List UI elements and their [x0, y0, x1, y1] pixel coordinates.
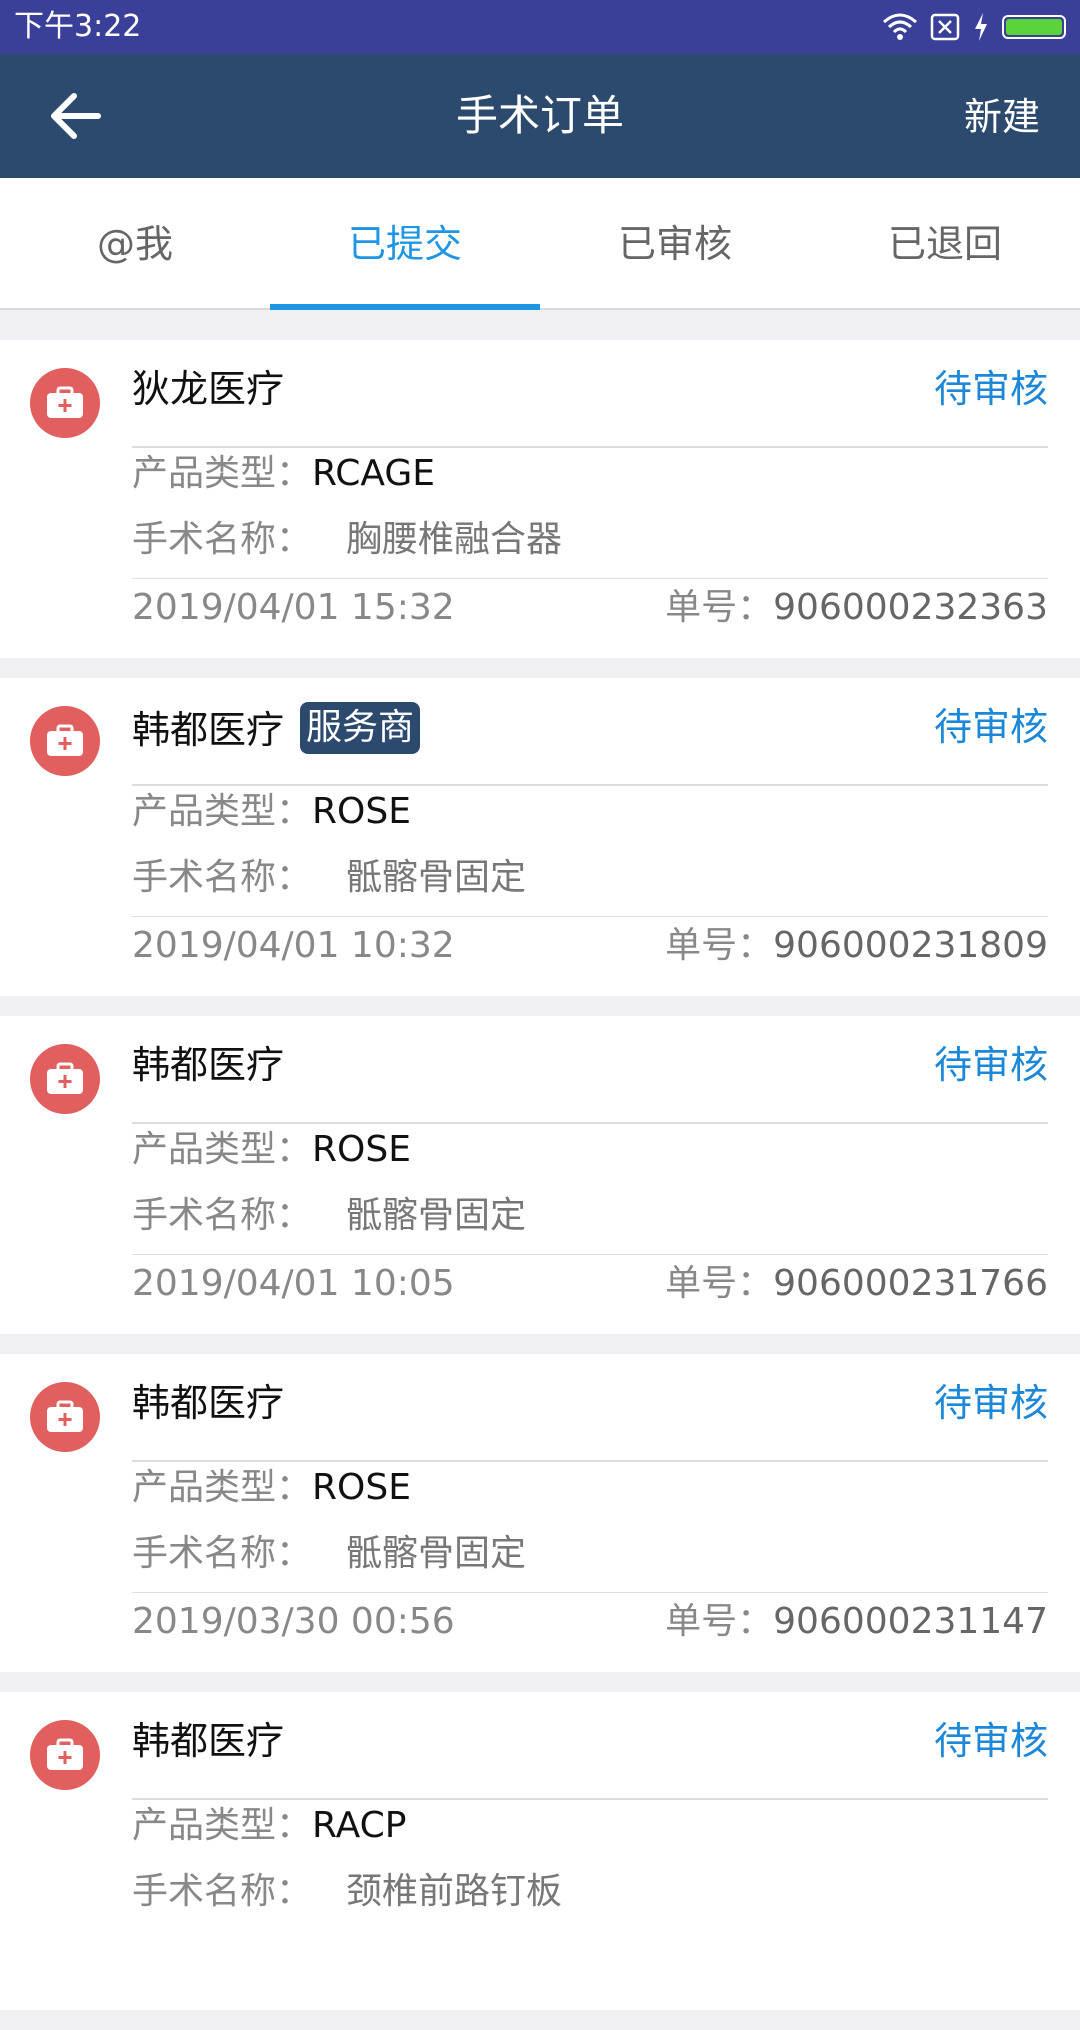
battery-icon	[1002, 15, 1066, 39]
company-name: 韩都医疗 服务商	[132, 702, 421, 756]
status-text: 待审核	[933, 705, 1048, 749]
company-name: 韩都医疗	[132, 1719, 285, 1763]
product-type-value: ROSE	[312, 1129, 411, 1170]
medical-kit-icon	[30, 1044, 100, 1114]
surgery-name-row: 手术名称： 骶髂骨固定	[132, 1195, 527, 1236]
medical-kit-icon	[30, 1382, 100, 1452]
order-footer: 2019/04/01 10:32 单号：906000231809	[132, 924, 1048, 968]
divider	[132, 784, 1048, 786]
order-datetime: 2019/04/01 15:32	[132, 587, 455, 628]
wifi-icon	[883, 13, 917, 40]
product-type-value: RACP	[312, 1805, 407, 1846]
product-type-value: ROSE	[312, 1467, 411, 1508]
order-number: 单号：906000231766	[665, 1263, 1048, 1304]
status-text: 待审核	[933, 1381, 1048, 1425]
product-type-row: 产品类型：ROSE	[132, 1129, 411, 1170]
divider	[132, 446, 1048, 448]
divider	[132, 1254, 1048, 1255]
order-card[interactable]: 韩都医疗 待审核 产品类型：RACP 手术名称： 颈椎前路钉板	[0, 1692, 1080, 2010]
divider	[132, 1592, 1048, 1593]
order-footer: 2019/04/01 10:05 单号：906000231766	[132, 1262, 1048, 1306]
tab-mentioned[interactable]: @我	[0, 178, 270, 308]
medical-kit-icon	[30, 1720, 100, 1790]
surgery-name-value: 胸腰椎融合器	[346, 519, 563, 560]
surgery-name-value: 颈椎前路钉板	[346, 1871, 563, 1912]
status-time: 下午3:22	[14, 9, 142, 44]
order-list: 狄龙医疗 待审核 产品类型：RCAGE 手术名称： 胸腰椎融合器 2019/04/…	[0, 340, 1080, 2030]
divider	[132, 916, 1048, 917]
status-text: 待审核	[933, 1719, 1048, 1763]
product-type-row: 产品类型：ROSE	[132, 1467, 411, 1508]
surgery-name-row: 手术名称： 骶髂骨固定	[132, 857, 527, 898]
tab-returned[interactable]: 已退回	[810, 178, 1080, 308]
tab-label: 已退回	[887, 222, 1002, 266]
order-number: 单号：906000232363	[665, 587, 1048, 628]
order-card[interactable]: 韩都医疗 服务商 待审核 产品类型：ROSE 手术名称： 骶髂骨固定 2019/04…	[0, 678, 1080, 996]
product-type-row: 产品类型：ROSE	[132, 791, 411, 832]
company-name: 韩都医疗	[132, 1381, 285, 1425]
status-text: 待审核	[933, 367, 1048, 411]
product-type-value: RCAGE	[312, 453, 436, 494]
medical-kit-icon	[30, 706, 100, 776]
status-text: 待审核	[933, 1043, 1048, 1087]
app-bar: 手术订单 新建	[0, 54, 1080, 178]
company-name: 韩都医疗	[132, 1043, 285, 1087]
page-title: 手术订单	[455, 91, 624, 140]
surgery-name-value: 骶髂骨固定	[346, 1195, 527, 1236]
order-datetime: 2019/04/01 10:05	[132, 1263, 455, 1304]
order-card[interactable]: 狄龙医疗 待审核 产品类型：RCAGE 手术名称： 胸腰椎融合器 2019/04/…	[0, 340, 1080, 658]
active-tab-indicator	[270, 304, 540, 310]
tab-submitted[interactable]: 已提交	[270, 178, 540, 310]
order-number: 单号：906000231147	[665, 1601, 1048, 1642]
new-order-button[interactable]: 新建	[964, 94, 1040, 140]
divider	[132, 1122, 1048, 1124]
sim-off-icon	[930, 13, 960, 41]
tab-bar: @我 已提交 已审核 已退回	[0, 178, 1080, 310]
divider	[132, 1798, 1048, 1800]
service-provider-badge: 服务商	[300, 702, 421, 754]
surgery-name-row: 手术名称： 骶髂骨固定	[132, 1533, 527, 1574]
tab-reviewed[interactable]: 已审核	[540, 178, 810, 308]
tab-label: @我	[96, 222, 173, 266]
charging-icon	[975, 13, 987, 41]
medical-kit-icon	[30, 368, 100, 438]
divider	[132, 578, 1048, 579]
divider	[132, 1460, 1048, 1462]
company-name: 狄龙医疗	[132, 367, 285, 411]
order-datetime: 2019/04/01 10:32	[132, 925, 455, 966]
order-number: 单号：906000231809	[665, 925, 1048, 966]
order-datetime: 2019/03/30 00:56	[132, 1601, 455, 1642]
tab-label: 已提交	[347, 222, 462, 266]
surgery-name-row: 手术名称： 胸腰椎融合器	[132, 519, 563, 560]
surgery-name-row: 手术名称： 颈椎前路钉板	[132, 1871, 563, 1912]
tab-label: 已审核	[617, 222, 732, 266]
order-footer: 2019/03/30 00:56 单号：906000231147	[132, 1600, 1048, 1644]
product-type-value: ROSE	[312, 791, 411, 832]
surgery-name-value: 骶髂骨固定	[346, 1533, 527, 1574]
order-footer: 2019/04/01 15:32 单号：906000232363	[132, 586, 1048, 630]
status-bar: 下午3:22	[0, 0, 1080, 54]
order-card[interactable]: 韩都医疗 待审核 产品类型：ROSE 手术名称： 骶髂骨固定 2019/03/30…	[0, 1354, 1080, 1672]
order-card[interactable]: 韩都医疗 待审核 产品类型：ROSE 手术名称： 骶髂骨固定 2019/04/01…	[0, 1016, 1080, 1334]
status-icons	[882, 10, 1066, 44]
product-type-row: 产品类型：RACP	[132, 1805, 407, 1846]
surgery-name-value: 骶髂骨固定	[346, 857, 527, 898]
product-type-row: 产品类型：RCAGE	[132, 453, 436, 494]
